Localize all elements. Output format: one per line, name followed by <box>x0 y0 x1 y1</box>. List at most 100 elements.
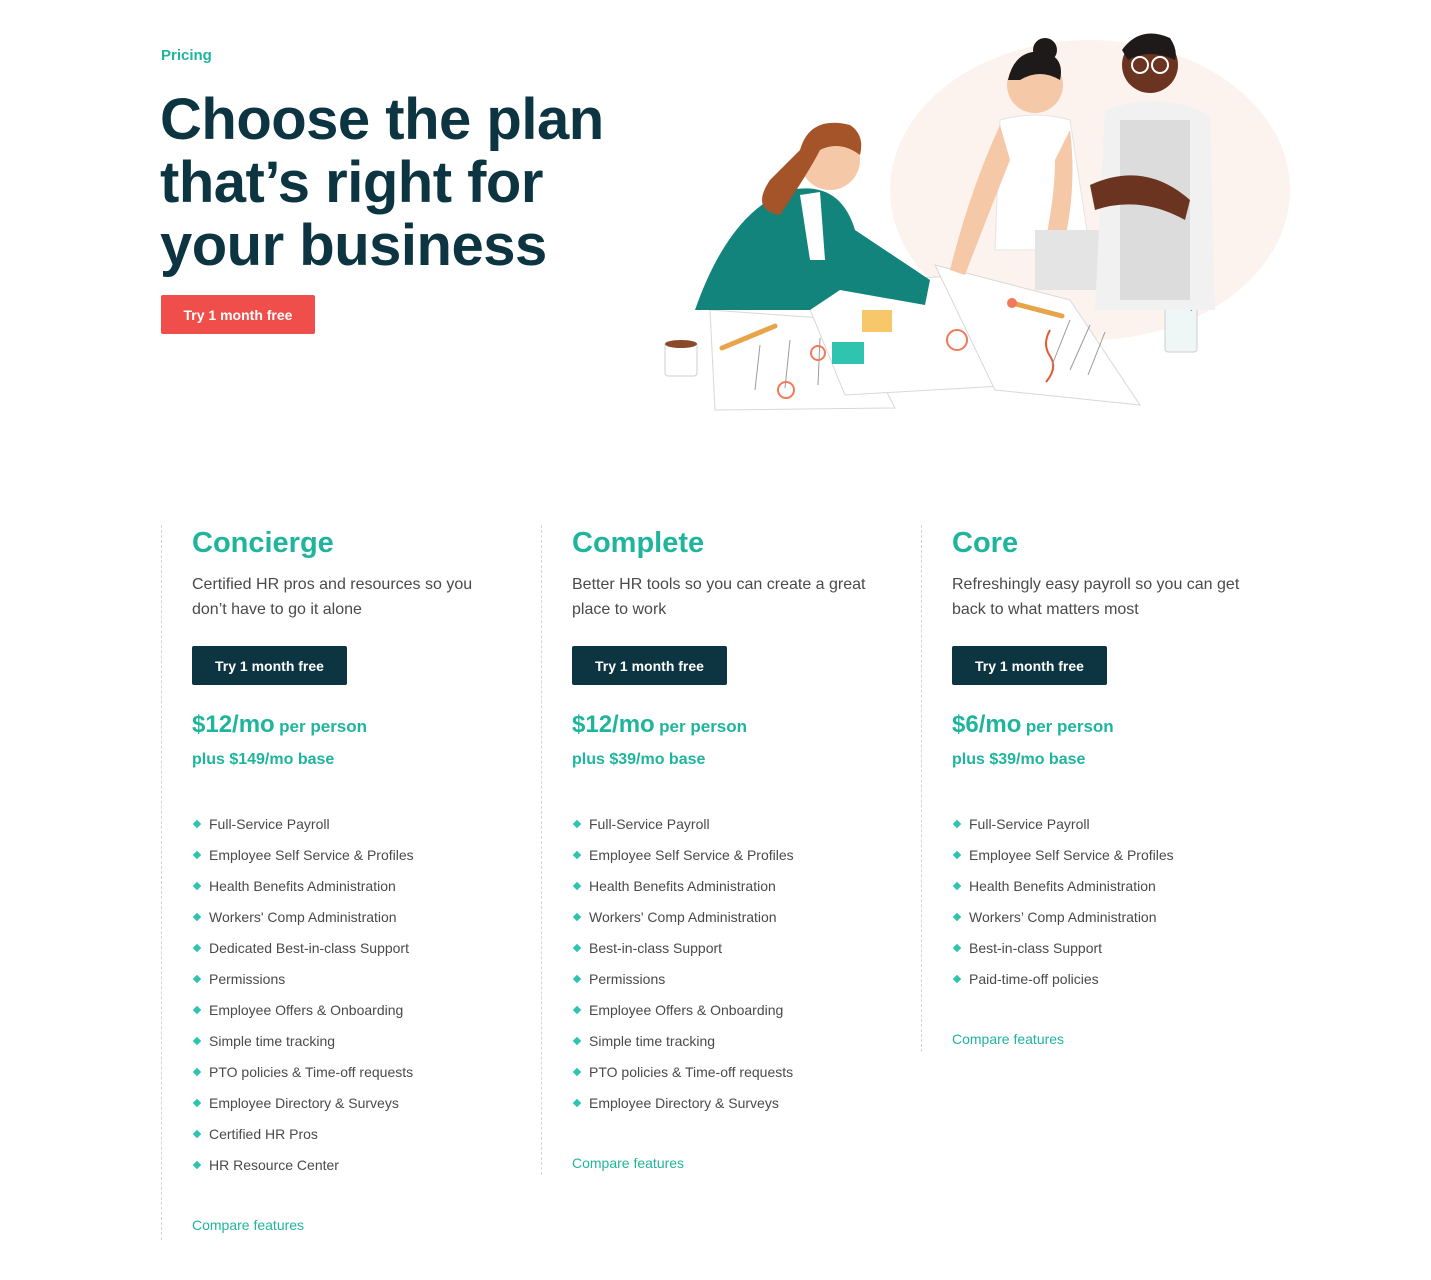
feature-label: Paid-time-off policies <box>969 971 1099 987</box>
feature-label: Employee Offers & Onboarding <box>209 1002 404 1018</box>
compare-features-link[interactable]: Compare features <box>952 1031 1064 1047</box>
feature-list: Full-Service Payroll Employee Self Servi… <box>192 813 414 1185</box>
feature-item: Certified HR Pros <box>192 1123 414 1154</box>
feature-item: Employee Self Service & Profiles <box>572 844 794 875</box>
page-eyebrow: Pricing <box>161 47 212 64</box>
feature-label: Health Benefits Administration <box>209 878 396 894</box>
bullet-diamond-icon <box>572 1098 582 1108</box>
plan-description: Certified HR pros and resources so you d… <box>192 576 473 618</box>
compare-features-link[interactable]: Compare features <box>192 1217 304 1233</box>
feature-label: Employee Directory & Surveys <box>589 1095 779 1111</box>
plan-name: Concierge <box>192 527 334 559</box>
feature-label: Employee Directory & Surveys <box>209 1095 399 1111</box>
concierge-trial-button[interactable]: Try 1 month free <box>192 646 347 685</box>
plan-price: $12/mo per person <box>572 711 747 739</box>
bullet-diamond-icon <box>952 912 962 922</box>
feature-list: Full-Service Payroll Employee Self Servi… <box>572 813 794 1123</box>
feature-label: Dedicated Best-in-class Support <box>209 940 409 956</box>
bullet-diamond-icon <box>572 881 582 891</box>
bullet-diamond-icon <box>192 819 202 829</box>
feature-item: Employee Self Service & Profiles <box>952 844 1174 875</box>
feature-item: PTO policies & Time-off requests <box>572 1061 794 1092</box>
feature-item: Paid-time-off policies <box>952 968 1174 999</box>
feature-item: Best-in-class Support <box>952 937 1174 968</box>
bullet-diamond-icon <box>192 850 202 860</box>
bullet-diamond-icon <box>572 974 582 984</box>
feature-item: Simple time tracking <box>572 1030 794 1061</box>
bullet-diamond-icon <box>572 819 582 829</box>
feature-item: PTO policies & Time-off requests <box>192 1061 414 1092</box>
feature-item: Permissions <box>572 968 794 999</box>
feature-label: PTO policies & Time-off requests <box>209 1064 414 1080</box>
price-unit: per person <box>1025 717 1114 736</box>
feature-label: Simple time tracking <box>209 1033 336 1049</box>
plan-name: Complete <box>572 527 705 559</box>
plan-card-concierge: Concierge Certified HR pros and resource… <box>161 525 472 1240</box>
feature-list: Full-Service Payroll Employee Self Servi… <box>952 813 1174 999</box>
bullet-diamond-icon <box>192 1129 202 1139</box>
feature-item: Employee Directory & Surveys <box>572 1092 794 1123</box>
plan-name: Core <box>952 527 1019 559</box>
feature-label: Simple time tracking <box>589 1033 716 1049</box>
feature-item: HR Resource Center <box>192 1154 414 1185</box>
feature-label: Employee Self Service & Profiles <box>209 847 414 863</box>
bullet-diamond-icon <box>572 1067 582 1077</box>
plan-price: $12/mo per person <box>192 711 367 739</box>
bullet-diamond-icon <box>192 1067 202 1077</box>
bullet-diamond-icon <box>952 850 962 860</box>
bullet-diamond-icon <box>192 1005 202 1015</box>
feature-item: Health Benefits Administration <box>192 875 414 906</box>
feature-item: Employee Offers & Onboarding <box>572 999 794 1030</box>
feature-item: Full-Service Payroll <box>572 813 794 844</box>
price-amount: $12/mo <box>572 711 655 738</box>
feature-item: Employee Offers & Onboarding <box>192 999 414 1030</box>
core-trial-button[interactable]: Try 1 month free <box>952 646 1107 685</box>
price-unit: per person <box>659 717 748 736</box>
feature-label: Full-Service Payroll <box>589 816 710 832</box>
feature-label: Permissions <box>209 971 286 987</box>
feature-label: Employee Self Service & Profiles <box>589 847 794 863</box>
feature-item: Workers' Comp Administration <box>572 906 794 937</box>
feature-label: Health Benefits Administration <box>589 878 776 894</box>
feature-label: Employee Offers & Onboarding <box>589 1002 784 1018</box>
price-amount: $6/mo <box>952 711 1022 738</box>
bullet-diamond-icon <box>952 881 962 891</box>
price-unit: per person <box>279 717 368 736</box>
feature-label: PTO policies & Time-off requests <box>589 1064 794 1080</box>
feature-label: Health Benefits Administration <box>969 878 1156 894</box>
feature-label: Best-in-class Support <box>969 940 1103 956</box>
bullet-diamond-icon <box>192 1036 202 1046</box>
price-amount: $12/mo <box>192 711 275 738</box>
feature-label: HR Resource Center <box>209 1157 339 1173</box>
feature-label: Workers' Comp Administration <box>589 909 777 925</box>
feature-item: Employee Directory & Surveys <box>192 1092 414 1123</box>
compare-features-link[interactable]: Compare features <box>572 1155 684 1171</box>
feature-label: Full-Service Payroll <box>969 816 1090 832</box>
page-title: Choose the plan that’s right for your bu… <box>160 87 604 278</box>
base-price: plus $39/mo base <box>952 751 1086 768</box>
feature-item: Health Benefits Administration <box>952 875 1174 906</box>
feature-item: Best-in-class Support <box>572 937 794 968</box>
feature-item: Workers' Comp Administration <box>192 906 414 937</box>
plan-card-complete: Complete Better HR tools so you can crea… <box>541 525 865 1175</box>
plan-card-core: Core Refreshingly easy payroll so you ca… <box>921 525 1239 1052</box>
feature-item: Dedicated Best-in-class Support <box>192 937 414 968</box>
bullet-diamond-icon <box>192 943 202 953</box>
feature-item: Health Benefits Administration <box>572 875 794 906</box>
feature-item: Simple time tracking <box>192 1030 414 1061</box>
hero-trial-button[interactable]: Try 1 month free <box>161 295 315 334</box>
plan-description: Better HR tools so you can create a grea… <box>572 576 866 618</box>
plan-price: $6/mo per person <box>952 711 1114 739</box>
feature-item: Workers’ Comp Administration <box>952 906 1174 937</box>
feature-label: Workers' Comp Administration <box>209 909 397 925</box>
feature-item: Full-Service Payroll <box>192 813 414 844</box>
bullet-diamond-icon <box>572 1005 582 1015</box>
bullet-diamond-icon <box>952 974 962 984</box>
bullet-diamond-icon <box>572 912 582 922</box>
bullet-diamond-icon <box>192 974 202 984</box>
feature-label: Best-in-class Support <box>589 940 723 956</box>
bullet-diamond-icon <box>192 1098 202 1108</box>
feature-label: Certified HR Pros <box>209 1126 318 1142</box>
base-price: plus $149/mo base <box>192 751 335 768</box>
complete-trial-button[interactable]: Try 1 month free <box>572 646 727 685</box>
